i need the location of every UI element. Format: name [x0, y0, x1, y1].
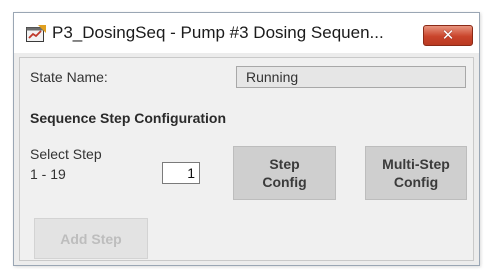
multi-step-config-label-line2: Config	[393, 174, 439, 190]
pump-dosing-app-icon	[26, 25, 46, 42]
window-title: P3_DosingSeq - Pump #3 Dosing Sequen...	[52, 23, 384, 42]
add-step-button[interactable]: Add Step	[34, 218, 148, 259]
step-config-button[interactable]: Step Config	[233, 146, 336, 200]
close-button[interactable]: ✕	[423, 25, 473, 46]
state-name-value: Running	[236, 66, 466, 88]
step-number-input[interactable]: 1	[162, 162, 200, 184]
dosing-sequence-window: P3_DosingSeq - Pump #3 Dosing Sequen... …	[13, 12, 480, 266]
close-icon: ✕	[441, 27, 455, 44]
multi-step-config-label-line1: Multi-Step	[382, 156, 450, 172]
content-panel: State Name: Running Sequence Step Config…	[19, 57, 474, 261]
select-step-label-line1: Select Step	[30, 146, 102, 162]
title-bar[interactable]: P3_DosingSeq - Pump #3 Dosing Sequen... …	[14, 13, 479, 53]
multi-step-config-button[interactable]: Multi-Step Config	[365, 146, 467, 200]
select-step-label: Select Step 1 - 19	[30, 144, 102, 184]
state-name-label: State Name:	[30, 69, 108, 85]
step-config-label-line2: Config	[262, 174, 307, 190]
select-step-range: 1 - 19	[30, 166, 66, 182]
sequence-step-config-heading: Sequence Step Configuration	[30, 110, 227, 126]
step-config-label-line1: Step	[269, 156, 300, 172]
add-step-label: Add Step	[60, 230, 122, 247]
